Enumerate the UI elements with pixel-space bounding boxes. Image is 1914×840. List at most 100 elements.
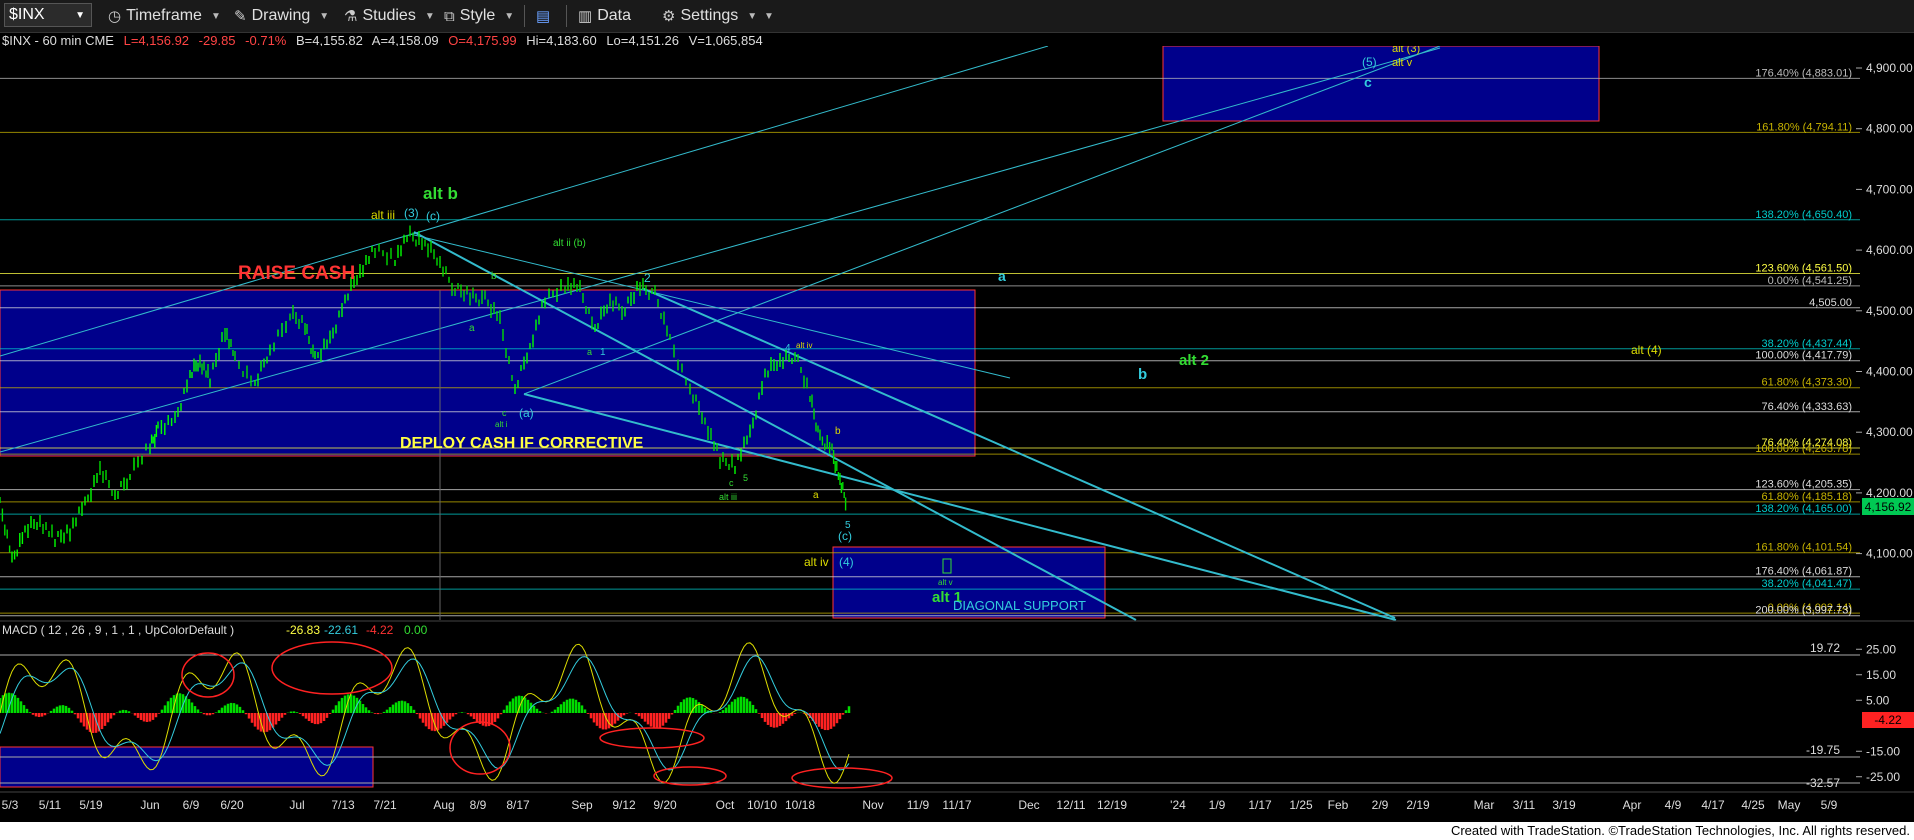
label-small-a3: a xyxy=(587,347,592,357)
date-label: 10/18 xyxy=(785,798,815,812)
macd-value-3: -4.22 xyxy=(366,623,394,637)
fib-label: 38.20% (4,437.44) xyxy=(1761,338,1852,350)
chevron-down-icon: ▼ xyxy=(319,10,330,22)
label-deploy-cash: DEPLOY CASH IF CORRECTIVE xyxy=(400,435,644,452)
label-4: 4 xyxy=(785,343,791,354)
date-label: May xyxy=(1778,798,1801,812)
label-alt-3: alt (3) xyxy=(1392,46,1420,55)
pencil-icon: ✎ xyxy=(234,8,247,25)
copyright-text: Created with TradeStation. ©TradeStation… xyxy=(1450,823,1910,838)
style-icon: ⧉ xyxy=(444,7,455,25)
date-label: Jun xyxy=(140,798,159,812)
label-wa: (a) xyxy=(519,406,534,420)
symbol-input[interactable]: $INX ▼ xyxy=(4,3,92,27)
label-b: b xyxy=(1138,366,1147,383)
fib-label: 100.00% (4,417.79) xyxy=(1755,350,1852,362)
macd-title: MACD ( 12 , 26 , 9 , 1 , 1 , UpColorDefa… xyxy=(2,623,234,637)
date-label: 2/9 xyxy=(1372,798,1389,812)
fib-label: 61.80% (4,185.18) xyxy=(1761,491,1852,503)
date-label: '24 xyxy=(1170,798,1186,812)
drawing-button[interactable]: ✎ Drawing ▼ xyxy=(234,4,329,28)
bar-chart-icon: ▥ xyxy=(578,8,593,25)
price-tick-label: 4,100.00 xyxy=(1866,547,1913,561)
fib-label: 176.40% (4,883.01) xyxy=(1755,67,1852,79)
label-raise-cash: RAISE CASH xyxy=(238,263,355,284)
fib-label: 123.60% (4,561.50) xyxy=(1755,262,1852,274)
date-label: 1/9 xyxy=(1209,798,1226,812)
date-label: 6/9 xyxy=(183,798,200,812)
price-tick-label: 4,300.00 xyxy=(1866,425,1913,439)
label-small-5: 5 xyxy=(743,473,748,483)
fib-label: 123.60% (4,205.35) xyxy=(1755,479,1852,491)
price-tick-label: 4,200.00 xyxy=(1866,486,1913,500)
macd-value-4: 0.00 xyxy=(404,623,428,637)
date-label: 3/11 xyxy=(1513,798,1536,812)
fib-label: 161.80% (4,101.54) xyxy=(1755,542,1852,554)
macd-tick-label: -25.00 xyxy=(1866,770,1900,784)
date-label: Aug xyxy=(433,798,454,812)
price-tick-label: 4,500.00 xyxy=(1866,304,1913,318)
date-label: 5/11 xyxy=(39,798,62,812)
chevron-down-icon: ▼ xyxy=(75,9,85,21)
fib-label: 161.80% (4,794.11) xyxy=(1756,121,1852,133)
label-small-a: a xyxy=(469,323,475,334)
timeframe-button[interactable]: ◷ Timeframe ▼ xyxy=(108,4,221,28)
date-label: 12/11 xyxy=(1056,798,1085,812)
date-label: 4/25 xyxy=(1741,798,1765,812)
date-label: 11/9 xyxy=(907,798,930,812)
price-tick-label: 4,400.00 xyxy=(1866,365,1913,379)
label-alt-b: alt b xyxy=(423,184,458,203)
date-label: 6/20 xyxy=(220,798,244,812)
date-label: 2/19 xyxy=(1406,798,1430,812)
price-tag: 4,156.92 xyxy=(1862,498,1914,515)
label-alt-i: alt i xyxy=(495,420,508,429)
layout-icon: ▤ xyxy=(536,8,551,25)
price-tick-label: 4,800.00 xyxy=(1866,122,1913,136)
fib-label: 4,505.00 xyxy=(1809,297,1852,309)
label-w4: (4) xyxy=(839,555,854,569)
chevron-down-icon: ▼ xyxy=(747,10,758,22)
more-button[interactable]: ▼ xyxy=(760,4,774,28)
label-small-b: b xyxy=(491,271,497,282)
date-label: Feb xyxy=(1328,798,1349,812)
date-label: Mar xyxy=(1474,798,1495,812)
label-diagonal-support: DIAGONAL SUPPORT xyxy=(953,598,1086,613)
flask-icon: ⚗ xyxy=(344,8,358,25)
chevron-down-icon: ▼ xyxy=(764,10,774,22)
date-label: Nov xyxy=(862,798,883,812)
fib-label: 61.80% (4,373.30) xyxy=(1761,377,1852,389)
macd-tick-label: -15.00 xyxy=(1866,744,1900,758)
date-label: 5/9 xyxy=(1821,798,1838,812)
label-alt-v: alt v xyxy=(1392,57,1413,69)
macd-zone xyxy=(0,746,374,788)
price-chart[interactable]: 176.40% (4,883.01)161.80% (4,794.11)138.… xyxy=(0,46,1914,822)
chevron-down-icon: ▼ xyxy=(210,10,221,22)
date-label: 7/21 xyxy=(373,798,397,812)
label-small-c: c xyxy=(502,408,507,418)
macd-tick-label: 25.00 xyxy=(1866,642,1896,656)
chevron-down-icon: ▼ xyxy=(424,10,435,22)
label-alt-iii: alt iii xyxy=(371,208,395,222)
chevron-down-icon: ▼ xyxy=(504,10,515,22)
style-button[interactable]: ⧉ Style ▼ xyxy=(444,4,514,28)
label-w3: (3) xyxy=(404,206,419,220)
data-button[interactable]: ▥ Data xyxy=(578,4,631,28)
fib-label: 100.00% (4,263.78) xyxy=(1755,443,1852,455)
toolbar-divider xyxy=(566,5,567,27)
macd-tick-label: 5.00 xyxy=(1866,693,1890,707)
fib-label: 76.40% (4,333.63) xyxy=(1761,401,1852,413)
macd-value-1: -26.83 xyxy=(286,623,320,637)
fib-label: 38.20% (4,041.47) xyxy=(1761,578,1852,590)
label-a-top: a xyxy=(998,268,1006,284)
layout-button[interactable]: ▤ xyxy=(536,4,550,28)
clock-icon: ◷ xyxy=(108,8,122,25)
macd-tag: -4.22 xyxy=(1874,713,1902,727)
date-label: 11/17 xyxy=(942,798,971,812)
gear-icon: ⚙ xyxy=(662,8,676,25)
date-label: 7/13 xyxy=(331,798,355,812)
studies-button[interactable]: ⚗ Studies ▼ xyxy=(344,4,435,28)
label-alt-iii-small: alt iii xyxy=(719,492,737,502)
date-label: Jul xyxy=(289,798,304,812)
settings-button[interactable]: ⚙ Settings ▼ xyxy=(662,4,757,28)
date-label: 10/10 xyxy=(747,798,777,812)
